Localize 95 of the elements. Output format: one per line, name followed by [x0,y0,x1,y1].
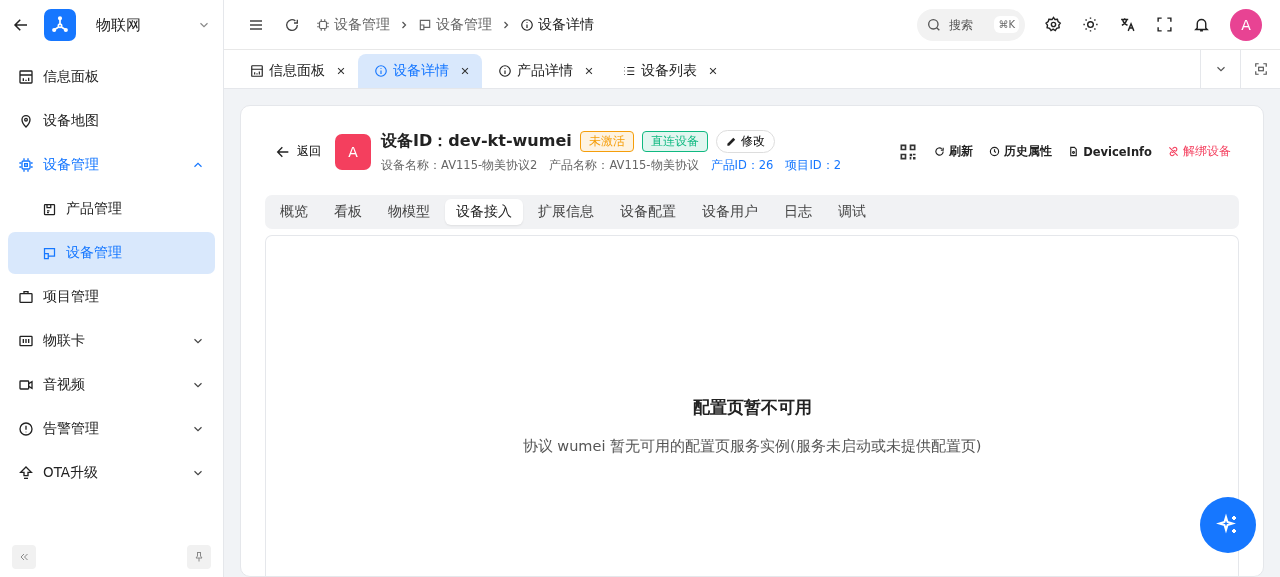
map-pin-icon [18,113,34,129]
id-link[interactable]: 项目ID：2 [785,158,841,173]
close-icon[interactable] [336,66,346,76]
sidebar-item-label: 告警管理 [43,420,100,438]
sidebar-item[interactable]: 音视频 [8,364,215,406]
alert-icon [18,421,34,437]
device-avatar: A [335,133,371,170]
close-icon[interactable] [708,66,718,76]
sub-tab[interactable]: 设备配置 [609,199,687,225]
list-icon [622,64,636,78]
bell-icon[interactable] [1193,16,1210,33]
settings-icon[interactable] [1045,16,1062,33]
sidebar-item[interactable]: 信息面板 [8,56,215,98]
sidebar-item-label: 音视频 [43,376,86,394]
pencil-icon [725,136,737,147]
app-title: 物联网 [96,15,142,35]
tab-label: 设备列表 [641,62,697,80]
app-logo [44,9,76,41]
edit-button[interactable]: 修改 [715,130,775,153]
upload-arrow-icon [18,465,34,481]
empty-message: 协议 wumei 暂无可用的配置页服务实例(服务未启动或未提供配置页) [522,437,982,456]
dashboard-icon [250,64,264,78]
chip-icon [18,157,34,173]
empty-title: 配置页暂不可用 [692,396,812,419]
sidebar-item-label: 设备管理 [43,156,100,174]
unlink-icon [1168,146,1179,157]
breadcrumb-item[interactable]: 设备管理 [436,15,492,34]
device-title: 设备ID：dev-kt-wumei [381,131,572,152]
sub-tab[interactable]: 概览 [269,199,319,225]
sidebar-item-label: 项目管理 [43,288,100,306]
action-button[interactable]: DeviceInfo [1068,144,1152,159]
sidebar-item-label: OTA升级 [43,464,100,482]
info-icon [498,64,512,78]
double-chevron-left-icon [18,551,30,563]
sidebar-item-label: 物联卡 [43,332,86,350]
briefcase-icon [18,289,34,305]
sidebar-item-label: 产品管理 [66,200,123,218]
search-icon [926,16,942,33]
sub-tab[interactable]: 物模型 [377,199,441,225]
meta-text: 产品名称：AV115-物美协议 [549,158,699,173]
sidebar-item[interactable]: OTA升级 [8,452,215,494]
monitor-icon [42,245,57,261]
tab-label: 产品详情 [517,62,573,80]
sidebar-item[interactable]: 项目管理 [8,276,215,318]
close-icon[interactable] [460,66,470,76]
back-arrow-icon[interactable] [12,16,30,34]
tab[interactable]: 信息面板 [234,54,358,88]
sub-tab[interactable]: 调试 [827,199,877,225]
id-link[interactable]: 产品ID：26 [710,158,774,173]
maximize-icon [1253,62,1268,76]
back-button[interactable]: 返回 [275,143,321,160]
pin-icon [193,551,205,563]
pin-button[interactable] [187,545,211,569]
action-button[interactable]: 历史属性 [989,144,1053,159]
info-icon [520,17,534,32]
fullscreen-icon[interactable] [1156,16,1173,33]
package-icon [42,201,57,217]
tab-label: 信息面板 [269,62,325,80]
info-icon [374,64,388,78]
sidebar-item[interactable]: 设备管理 [8,144,215,186]
meta-text: 设备名称：AV115-物美协议2 [381,158,538,173]
sidebar-item-label: 设备地图 [43,112,100,130]
sub-tab[interactable]: 设备用户 [691,199,769,225]
sidebar-item[interactable]: 产品管理 [8,188,215,230]
user-avatar[interactable]: A [1230,8,1262,41]
sub-tab[interactable]: 设备接入 [445,199,523,225]
sub-tab[interactable]: 日志 [773,199,823,225]
sidebar-item-label: 设备管理 [66,244,123,262]
sub-tab[interactable]: 看板 [323,199,373,225]
tab-label: 设备详情 [393,62,449,80]
translate-icon[interactable] [1119,16,1136,33]
monitor-icon [418,17,432,32]
action-button[interactable]: 解绑设备 [1168,144,1231,159]
sim-card-icon [18,333,34,349]
sub-tab[interactable]: 扩展信息 [527,199,605,225]
status-badge: 直连设备 [641,131,708,152]
dashboard-icon [18,69,34,85]
sun-icon[interactable] [1082,16,1099,33]
sidebar-item[interactable]: 告警管理 [8,408,215,450]
refresh-icon[interactable] [284,16,300,33]
sidebar-item[interactable]: 设备地图 [8,100,215,142]
video-camera-icon [18,377,34,393]
history-icon [989,146,1001,157]
tab[interactable]: 产品详情 [482,54,606,88]
status-badge: 未激活 [579,131,634,152]
chip-icon [316,17,330,32]
document-icon [1068,146,1080,157]
sidebar-item[interactable]: 物联卡 [8,320,215,362]
tab[interactable]: 设备列表 [606,54,730,88]
breadcrumb-item[interactable]: 设备管理 [334,15,390,34]
action-button[interactable]: 刷新 [934,144,974,159]
refresh-icon [934,146,946,157]
sidebar-item-label: 信息面板 [43,68,100,86]
breadcrumb-item: 设备详情 [538,15,594,34]
close-icon[interactable] [584,66,594,76]
